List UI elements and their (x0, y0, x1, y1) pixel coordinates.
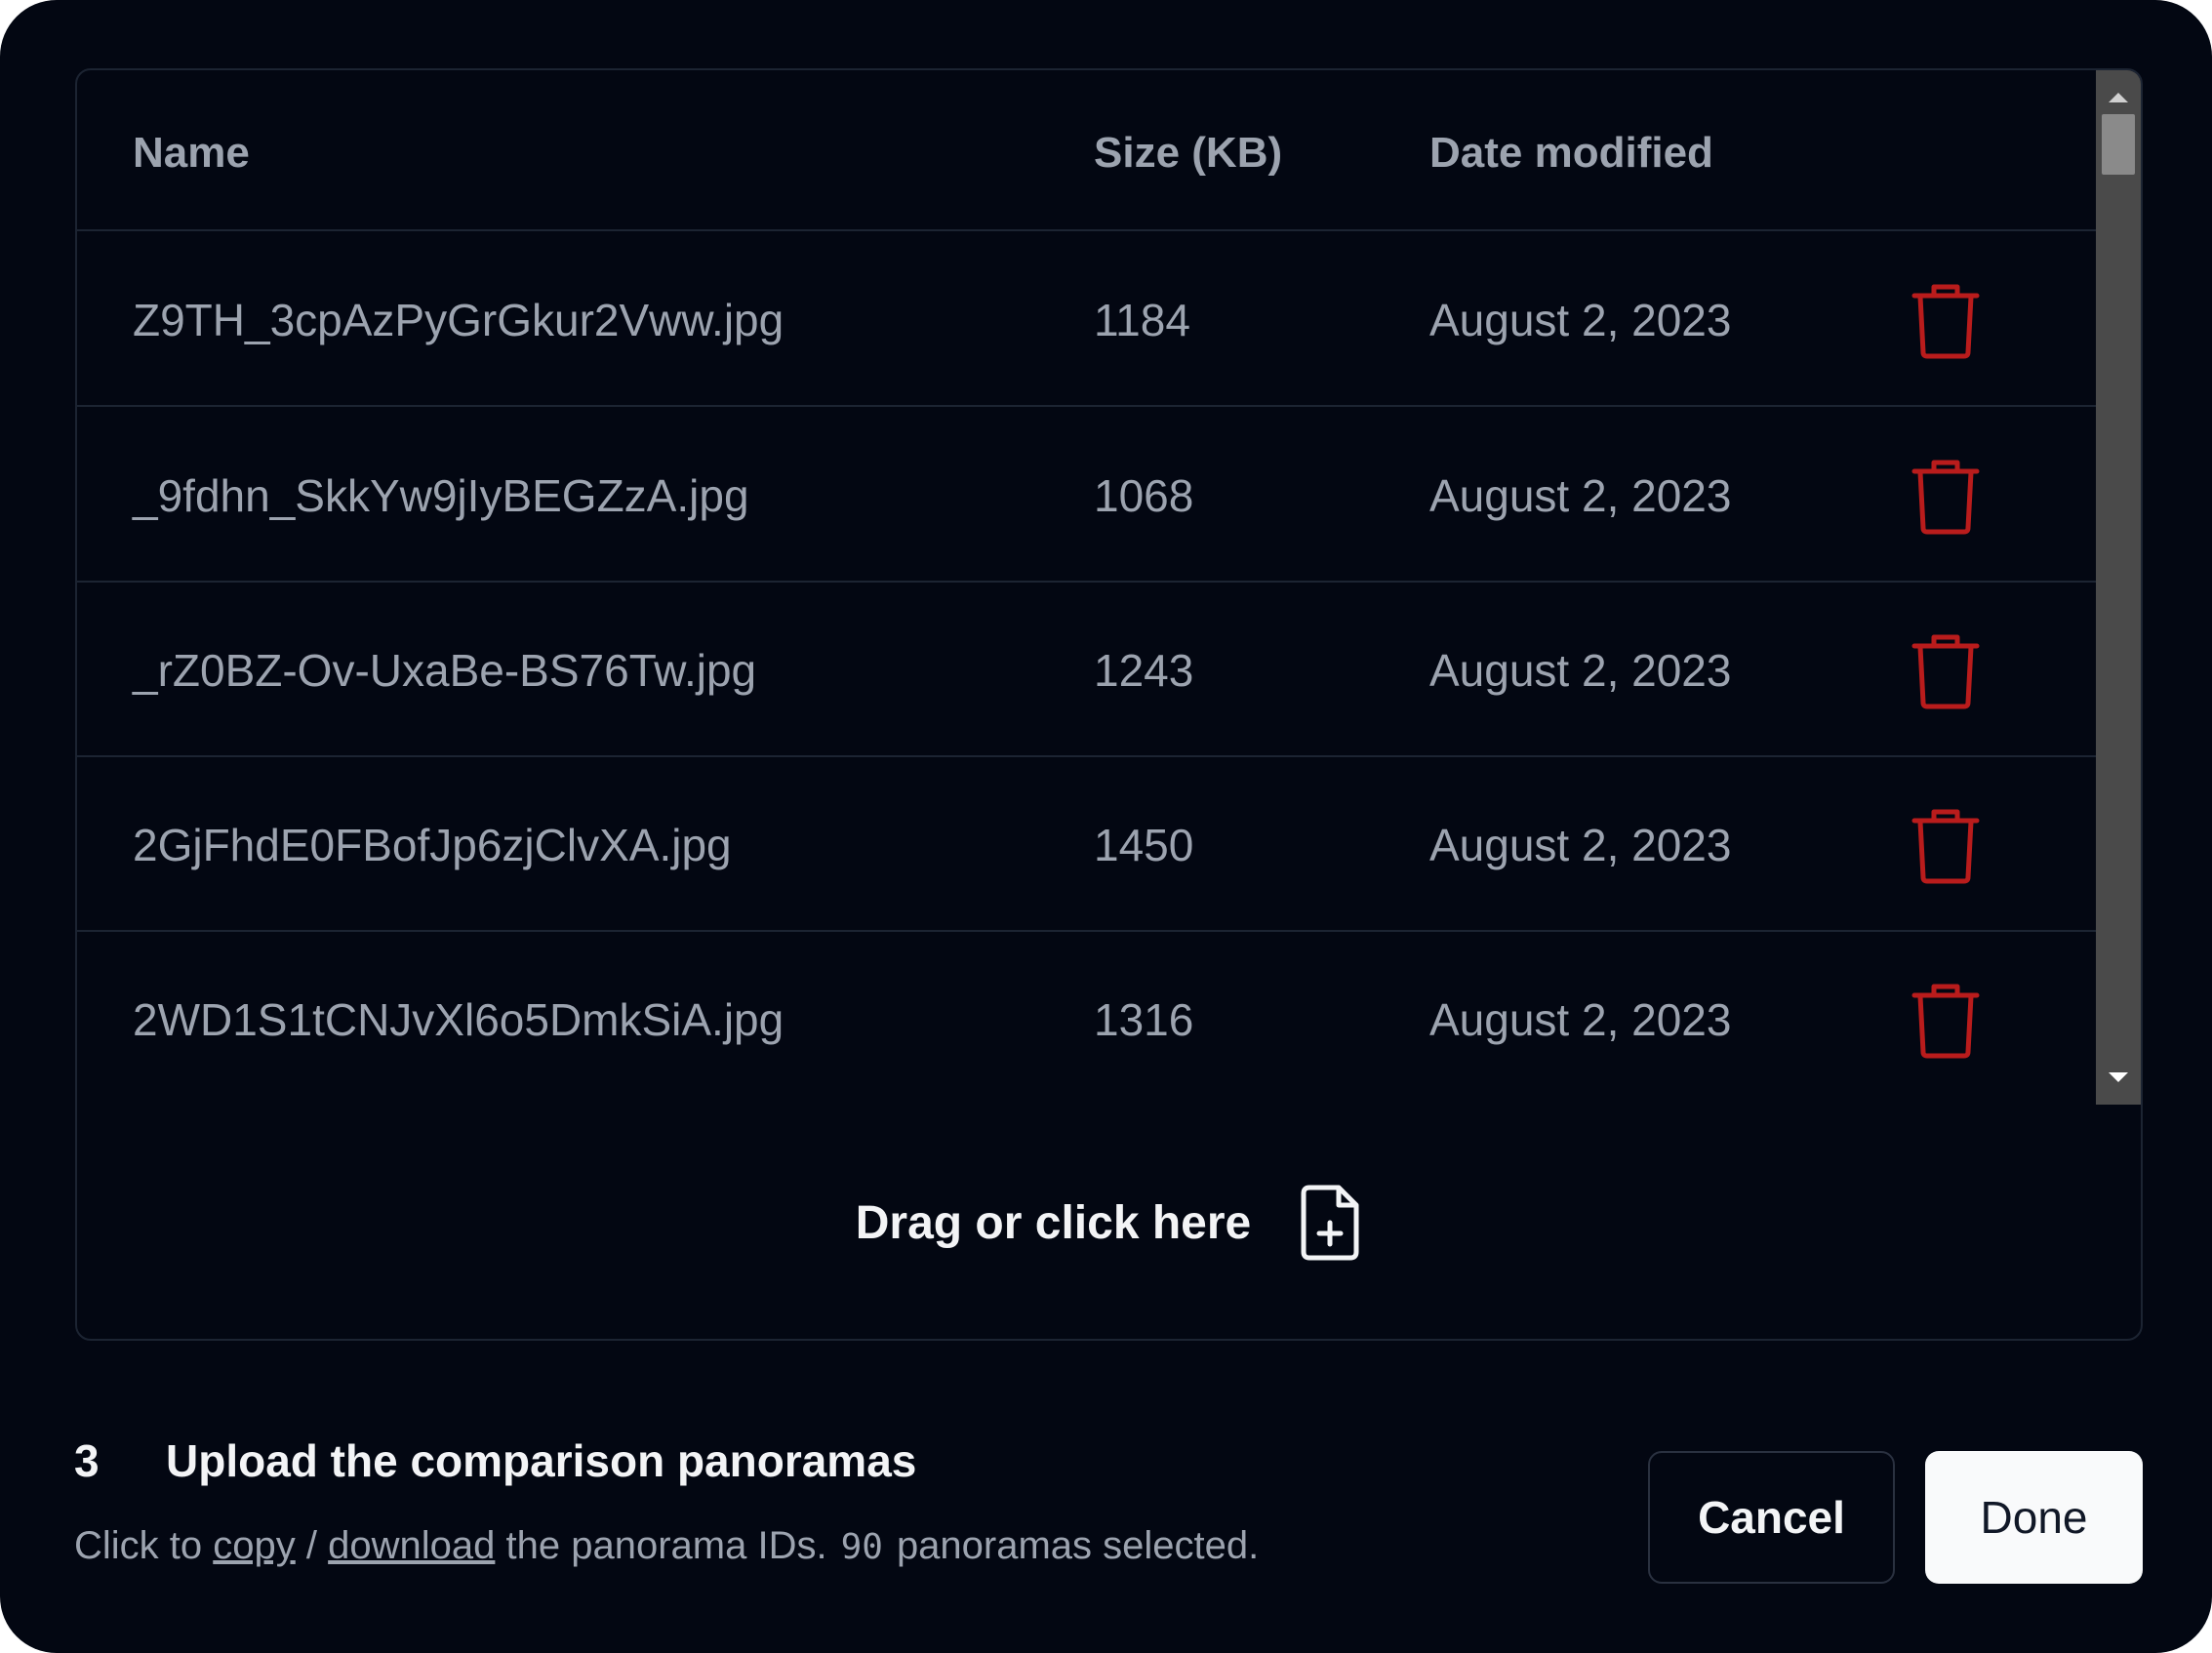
file-size: 1316 (1094, 994, 1194, 1045)
desc-middle: the panorama IDs. (505, 1524, 827, 1567)
copy-ids-link[interactable]: copy (213, 1524, 296, 1567)
file-table: Name Size (KB) Date modified Z9TH_3cpAzP… (77, 70, 2096, 1105)
file-size: 1068 (1094, 470, 1194, 521)
column-header-size[interactable]: Size (KB) (1094, 129, 1282, 178)
table-row: Z9TH_3cpAzPyGrGkur2Vww.jpg 1184 August 2… (77, 231, 2096, 407)
scroll-up-arrow-icon[interactable] (2096, 78, 2141, 117)
file-name: _rZ0BZ-Ov-UxaBe-BS76Tw.jpg (133, 645, 757, 696)
step-number: 3 (74, 1435, 100, 1486)
file-date: August 2, 2023 (1429, 994, 1732, 1045)
step-description: Click to copy / download the panorama ID… (74, 1524, 1259, 1568)
link-separator: / (305, 1524, 318, 1567)
table-row: _9fdhn_SkkYw9jIyBEGZzA.jpg 1068 August 2… (77, 407, 2096, 583)
trash-icon[interactable] (1909, 458, 1983, 536)
cancel-button[interactable]: Cancel (1648, 1451, 1895, 1584)
step-title: Upload the comparison panoramas (166, 1435, 917, 1486)
file-name: Z9TH_3cpAzPyGrGkur2Vww.jpg (133, 295, 784, 345)
file-date: August 2, 2023 (1429, 820, 1732, 870)
file-date: August 2, 2023 (1429, 470, 1732, 521)
selected-count: 90 (840, 1527, 883, 1567)
file-name: 2WD1S1tCNJvXl6o5DmkSiA.jpg (133, 994, 784, 1045)
trash-icon[interactable] (1909, 632, 1983, 710)
file-date: August 2, 2023 (1429, 295, 1732, 345)
file-size: 1184 (1094, 295, 1190, 345)
file-name: _9fdhn_SkkYw9jIyBEGZzA.jpg (133, 470, 749, 521)
table-row: 2GjFhdE0FBofJp6zjClvXA.jpg 1450 August 2… (77, 756, 2096, 932)
vertical-scrollbar[interactable] (2096, 70, 2141, 1105)
scroll-down-arrow-icon[interactable] (2096, 1058, 2141, 1097)
file-dropzone[interactable]: Drag or click here (77, 1105, 2141, 1339)
table-row: _rZ0BZ-Ov-UxaBe-BS76Tw.jpg 1243 August 2… (77, 582, 2096, 757)
dropzone-label: Drag or click here (855, 1196, 1252, 1249)
desc-suffix: panoramas selected. (896, 1524, 1260, 1567)
upload-dialog: Name Size (KB) Date modified Z9TH_3cpAzP… (0, 0, 2212, 1653)
table-header: Name Size (KB) Date modified (77, 70, 2096, 231)
file-plus-icon (1301, 1185, 1359, 1261)
download-ids-link[interactable]: download (328, 1524, 495, 1567)
done-button[interactable]: Done (1925, 1451, 2143, 1584)
trash-icon[interactable] (1909, 982, 1983, 1060)
scrollbar-thumb[interactable] (2102, 114, 2135, 175)
trash-icon[interactable] (1909, 282, 1983, 360)
table-row: 2WD1S1tCNJvXl6o5DmkSiA.jpg 1316 August 2… (77, 931, 2096, 1105)
file-size: 1450 (1094, 820, 1194, 870)
trash-icon[interactable] (1909, 807, 1983, 885)
desc-prefix: Click to (74, 1524, 203, 1567)
file-upload-panel: Name Size (KB) Date modified Z9TH_3cpAzP… (75, 68, 2143, 1341)
column-header-name[interactable]: Name (133, 129, 250, 178)
file-size: 1243 (1094, 645, 1194, 696)
column-header-date[interactable]: Date modified (1429, 129, 1713, 178)
file-name: 2GjFhdE0FBofJp6zjClvXA.jpg (133, 820, 732, 870)
file-date: August 2, 2023 (1429, 645, 1732, 696)
